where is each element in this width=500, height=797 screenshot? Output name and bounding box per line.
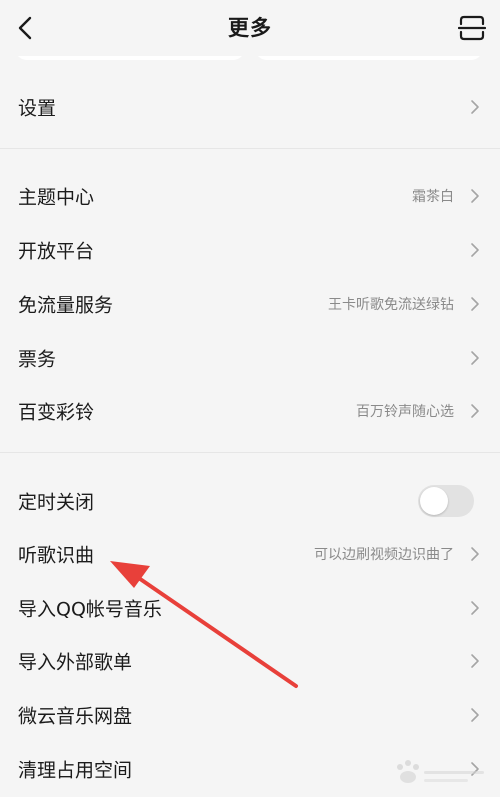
settings-label: 设置: [18, 97, 57, 120]
weiyun-cloud-disk-row[interactable]: 微云音乐网盘: [0, 688, 500, 742]
toggle-knob: [420, 487, 448, 515]
song-recognition-row[interactable]: 听歌识曲 可以边刷视频边识曲了: [0, 527, 500, 581]
row-label: 听歌识曲: [18, 544, 95, 567]
chevron-right-icon: [471, 404, 479, 418]
row-label: 微云音乐网盘: [18, 705, 133, 728]
header-bar: 更多: [0, 0, 500, 56]
chevron-right-icon: [471, 654, 479, 668]
chevron-right-icon: [471, 100, 479, 114]
chevron-right-icon: [471, 243, 479, 257]
import-external-playlist-row[interactable]: 导入外部歌单: [0, 634, 500, 688]
row-label: 免流量服务: [18, 294, 114, 317]
scan-icon: [458, 15, 486, 41]
row-label: 百变彩铃: [18, 401, 95, 424]
section-divider: [0, 148, 500, 149]
sleep-timer-toggle[interactable]: [418, 485, 474, 517]
chevron-right-icon: [471, 189, 479, 203]
sleep-timer-row[interactable]: 定时关闭: [0, 474, 500, 528]
theme-center-row[interactable]: 主题中心 霜茶白: [0, 169, 500, 223]
row-value: 百万铃声随心选: [356, 404, 454, 420]
section-divider: [0, 452, 500, 453]
ticketing-row[interactable]: 票务: [0, 331, 500, 385]
row-label: 导入QQ帐号音乐: [18, 598, 162, 621]
ringtone-row[interactable]: 百变彩铃 百万铃声随心选: [0, 384, 500, 438]
row-label: 清理占用空间: [18, 759, 133, 782]
scan-button[interactable]: [454, 10, 490, 46]
page-title: 更多: [228, 16, 272, 40]
row-value: 霜茶白: [412, 189, 454, 205]
row-label: 导入外部歌单: [18, 651, 133, 674]
row-value: 可以边刷视频边识曲了: [314, 547, 454, 563]
open-platform-row[interactable]: 开放平台: [0, 223, 500, 277]
chevron-right-icon: [471, 351, 479, 365]
chevron-right-icon: [471, 547, 479, 561]
settings-row[interactable]: 设置: [0, 80, 500, 134]
row-label: 票务: [18, 348, 57, 371]
chevron-right-icon: [471, 601, 479, 615]
chevron-right-icon: [471, 708, 479, 722]
watermark-logo-icon: [397, 760, 484, 783]
chevron-right-icon: [471, 297, 479, 311]
import-qq-music-row[interactable]: 导入QQ帐号音乐: [0, 581, 500, 635]
row-value: 王卡听歌免流送绿钻: [328, 297, 454, 313]
row-label: 主题中心: [18, 186, 95, 209]
row-label: 开放平台: [18, 240, 95, 263]
free-data-service-row[interactable]: 免流量服务 王卡听歌免流送绿钻: [0, 277, 500, 331]
row-label: 定时关闭: [18, 491, 95, 514]
